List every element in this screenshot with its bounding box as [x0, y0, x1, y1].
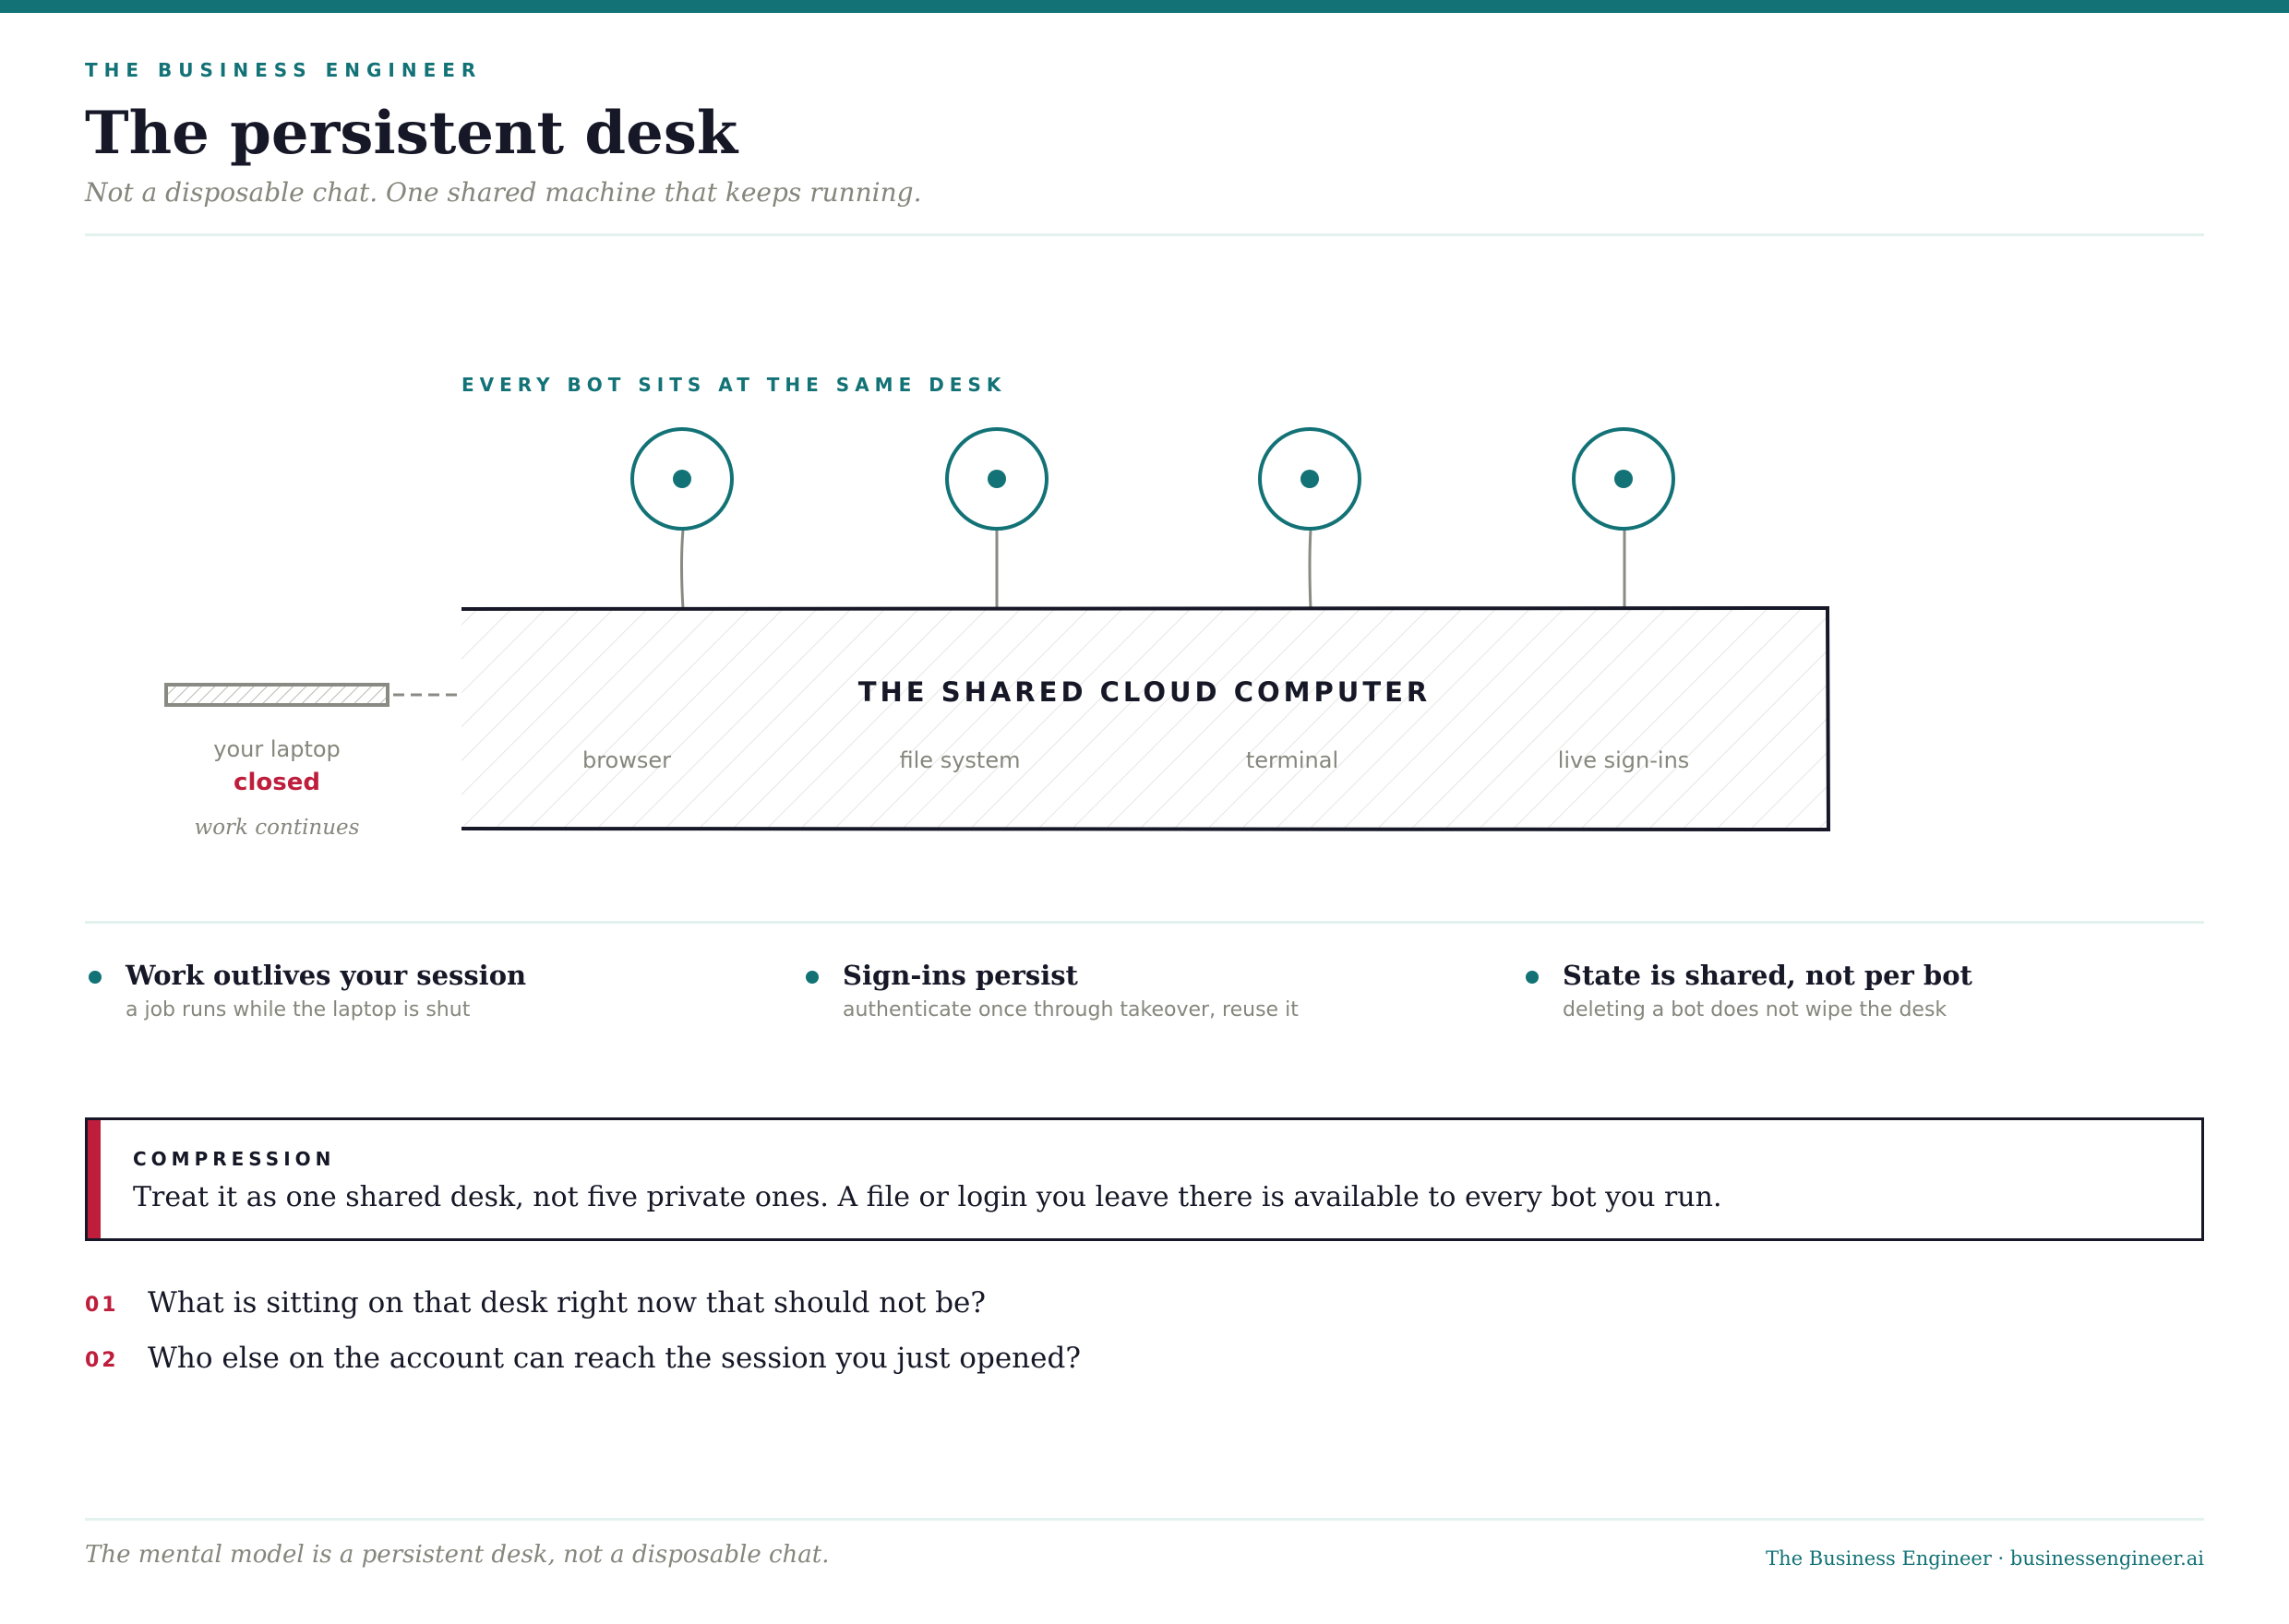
computer-hatch-fill [461, 609, 1828, 829]
point-desc: a job runs while the laptop is shut [126, 998, 471, 1021]
laptop-closed-icon [164, 683, 389, 707]
question-text: What is sitting on that desk right now t… [148, 1286, 987, 1320]
component-terminal: terminal [1246, 747, 1338, 773]
bot-4 [1572, 427, 1675, 531]
callout-text: Treat it as one shared desk, not five pr… [133, 1181, 1722, 1213]
bot-connector [680, 529, 685, 610]
bullet-dot-icon [806, 971, 819, 984]
question-number: 02 [85, 1349, 119, 1372]
point-title: Sign-ins persist [843, 960, 1078, 991]
bot-core-dot [1614, 470, 1633, 488]
bot-3 [1258, 427, 1361, 531]
bot-core-dot [673, 470, 691, 488]
point-desc: authenticate once through takeover, reus… [843, 998, 1299, 1021]
bot-core-dot [1300, 470, 1319, 488]
bullet-dot-icon [1526, 971, 1539, 984]
compression-callout: COMPRESSION Treat it as one shared desk,… [85, 1117, 2204, 1241]
computer-title: THE SHARED CLOUD COMPUTER [858, 676, 1432, 708]
bot-core-dot [988, 470, 1006, 488]
footer-divider [85, 1518, 2204, 1521]
bullet-dot-icon [89, 971, 102, 984]
diagram-divider [85, 921, 2204, 924]
bot-connector [1308, 529, 1312, 610]
question-text: Who else on the account can reach the se… [148, 1342, 1081, 1375]
component-browser: browser [582, 747, 671, 773]
laptop-note: work continues [195, 816, 360, 840]
point-title: State is shared, not per bot [1563, 960, 1972, 991]
laptop: your laptop closed work continues [164, 683, 458, 840]
bot-connectors [680, 529, 1626, 610]
callout-accent-bar [88, 1120, 101, 1238]
question-number: 01 [85, 1294, 119, 1317]
shared-desk-diagram: EVERY BOT SITS AT THE SAME DESK THE SHAR… [164, 374, 1831, 840]
diagram-section-label: EVERY BOT SITS AT THE SAME DESK [461, 374, 1006, 396]
point-desc: deleting a bot does not wipe the desk [1563, 998, 1947, 1021]
point-title: Work outlives your session [126, 960, 527, 991]
shared-cloud-computer: THE SHARED CLOUD COMPUTER browser file s… [461, 605, 1831, 832]
bot-1 [630, 427, 734, 531]
footer-brand-link[interactable]: The Business Engineer · businessengineer… [1766, 1547, 2204, 1570]
bot-2 [945, 427, 1049, 531]
callout-label: COMPRESSION [133, 1148, 336, 1170]
footer-tagline: The mental model is a persistent desk, n… [85, 1541, 830, 1569]
component-live-sign-ins: live sign-ins [1558, 747, 1690, 773]
component-file-system: file system [900, 747, 1021, 773]
laptop-state: closed [234, 769, 320, 796]
laptop-label: your laptop [213, 736, 341, 762]
